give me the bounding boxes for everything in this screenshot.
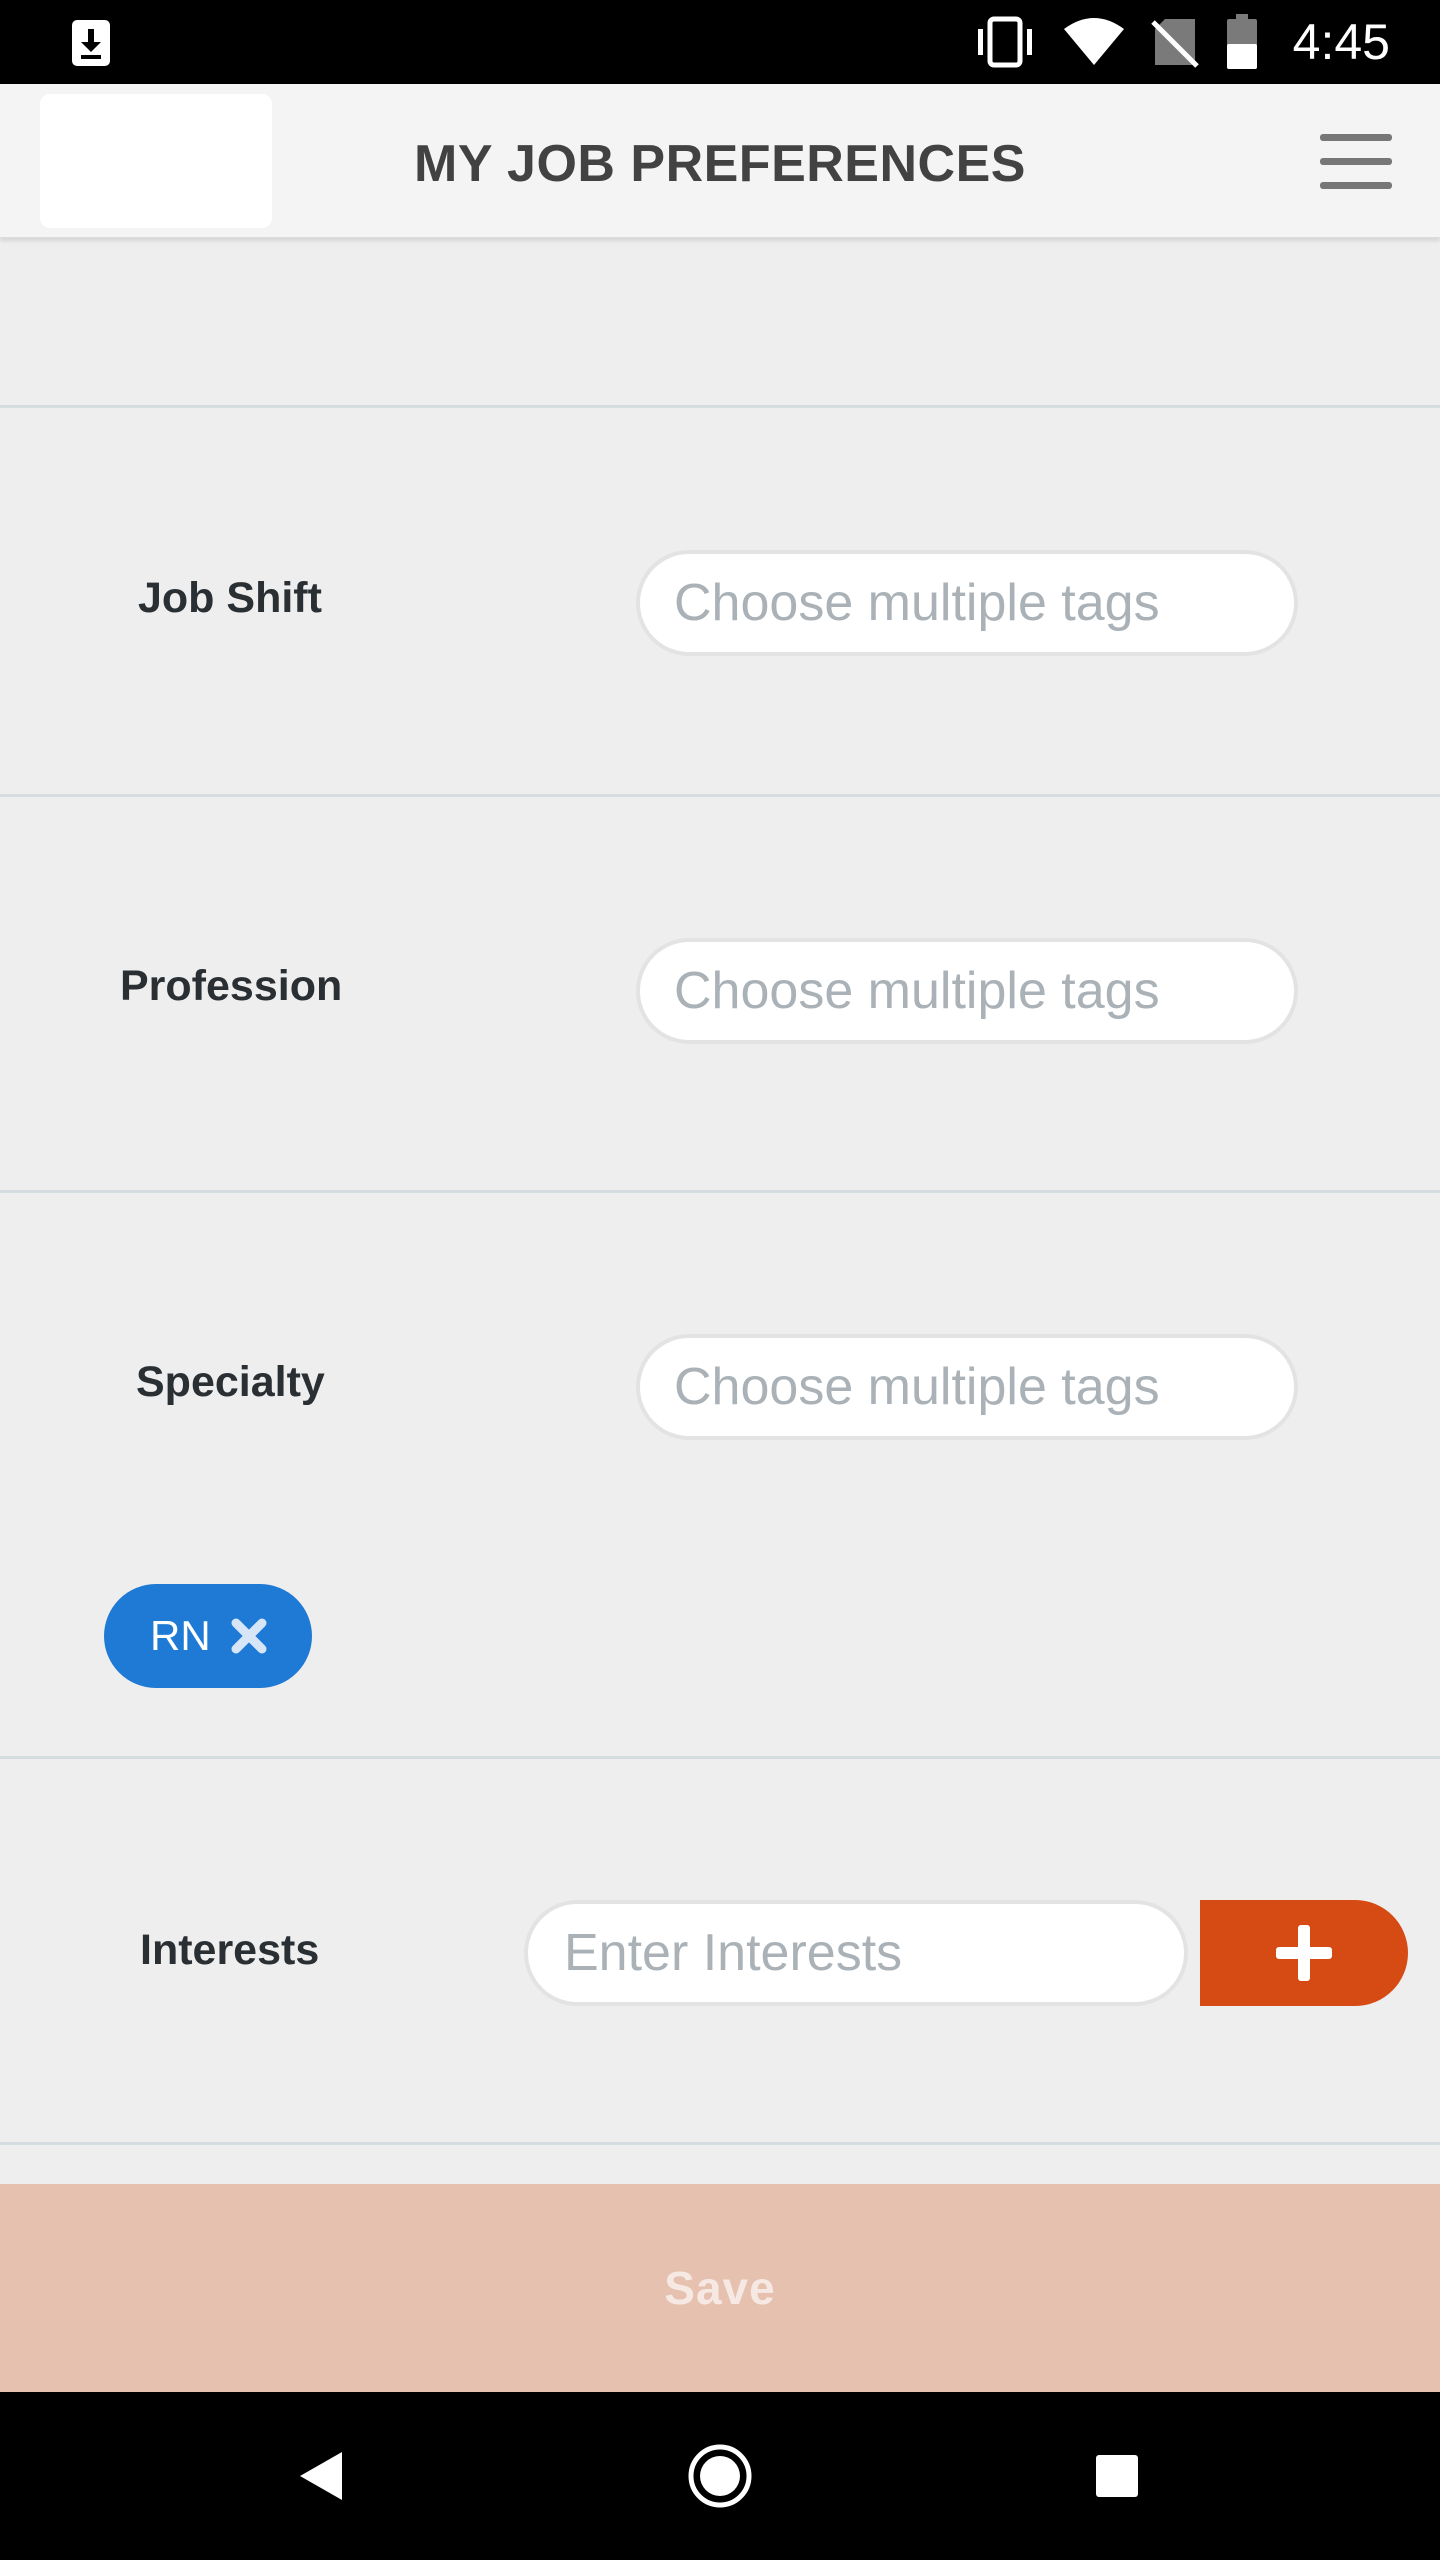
status-time: 4:45 — [1292, 14, 1390, 70]
specialty-label: Specialty — [136, 1358, 325, 1406]
specialty-input[interactable] — [636, 1334, 1298, 1440]
app-header: MY JOB PREFERENCES — [0, 84, 1440, 238]
chip-label: RN — [150, 1612, 211, 1659]
profession-input[interactable] — [636, 938, 1298, 1044]
interests-label: Interests — [140, 1926, 320, 1974]
plus-icon — [1276, 1925, 1332, 1981]
divider — [0, 405, 1440, 408]
job-shift-input[interactable] — [636, 550, 1298, 656]
divider — [0, 794, 1440, 797]
interests-input[interactable] — [524, 1900, 1188, 2006]
back-icon[interactable] — [296, 2448, 346, 2504]
vibrate-icon — [977, 16, 1032, 68]
status-bar: 4:45 — [0, 0, 1440, 84]
divider — [0, 2142, 1440, 2145]
profession-label: Profession — [120, 962, 343, 1010]
divider — [0, 1190, 1440, 1193]
home-icon[interactable] — [687, 2443, 753, 2509]
battery-icon — [1226, 14, 1257, 69]
navigation-bar — [0, 2392, 1440, 2560]
specialty-tag-chip: RN — [104, 1584, 312, 1688]
no-sim-icon — [1150, 19, 1199, 68]
close-icon[interactable] — [229, 1616, 269, 1656]
recents-icon[interactable] — [1094, 2453, 1140, 2499]
divider — [0, 1756, 1440, 1759]
page-title: MY JOB PREFERENCES — [414, 135, 1026, 193]
add-interest-button[interactable] — [1200, 1900, 1408, 2006]
hamburger-menu-icon[interactable] — [1320, 134, 1394, 192]
wifi-icon — [1063, 18, 1124, 65]
job-shift-label: Job Shift — [138, 574, 322, 622]
download-icon — [72, 20, 110, 66]
save-button[interactable]: Save — [0, 2184, 1440, 2392]
